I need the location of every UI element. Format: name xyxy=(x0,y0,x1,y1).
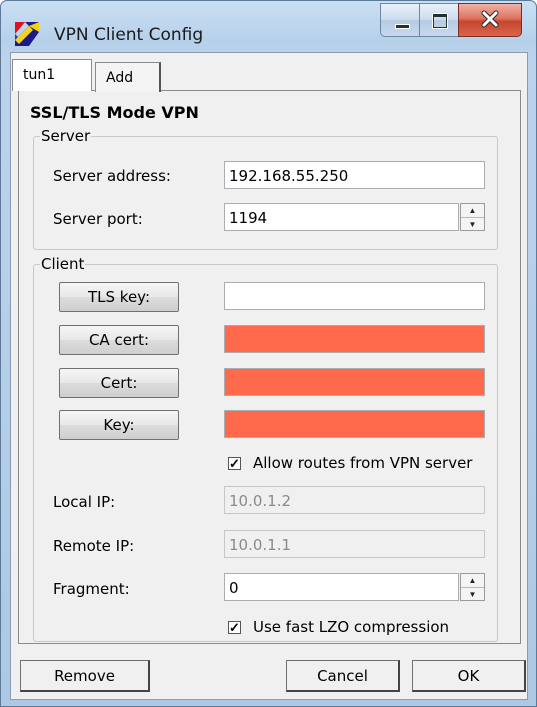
spin-down-icon[interactable]: ▼ xyxy=(461,217,484,231)
tab-tun1[interactable]: tun1 xyxy=(12,59,92,91)
local-ip-label: Local IP: xyxy=(53,493,116,511)
server-port-input[interactable]: 1194 xyxy=(224,203,459,231)
allow-routes-checkbox[interactable]: ✓ xyxy=(228,457,241,470)
minimize-button[interactable] xyxy=(380,3,420,37)
close-icon xyxy=(481,10,499,28)
cert-button[interactable]: Cert: xyxy=(59,368,179,398)
app-logo-icon xyxy=(15,22,39,46)
maximize-icon xyxy=(433,14,447,28)
fragment-spinner[interactable]: ▲ ▼ xyxy=(460,573,485,601)
server-port-label: Server port: xyxy=(53,210,143,228)
spin-down-icon[interactable]: ▼ xyxy=(461,587,484,601)
checkmark-icon: ✓ xyxy=(229,456,240,471)
local-ip-field: 10.0.1.2 xyxy=(224,486,485,514)
tls-key-field[interactable] xyxy=(224,282,485,310)
server-legend: Server xyxy=(40,127,92,145)
client-legend: Client xyxy=(40,255,86,273)
mode-heading: SSL/TLS Mode VPN xyxy=(30,103,199,122)
remove-button[interactable]: Remove xyxy=(20,660,150,692)
allow-routes-label[interactable]: Allow routes from VPN server xyxy=(253,454,472,472)
fragment-label: Fragment: xyxy=(53,580,130,598)
key-field[interactable] xyxy=(224,410,485,438)
cancel-button[interactable]: Cancel xyxy=(286,660,400,692)
spin-up-icon[interactable]: ▲ xyxy=(461,204,484,217)
remote-ip-label: Remote IP: xyxy=(53,537,135,555)
server-port-spinner[interactable]: ▲ ▼ xyxy=(460,203,485,231)
ca-cert-button[interactable]: CA cert: xyxy=(59,325,179,355)
cert-field[interactable] xyxy=(224,368,485,396)
lzo-compression-label[interactable]: Use fast LZO compression xyxy=(253,618,449,636)
fragment-input[interactable]: 0 xyxy=(224,573,459,601)
window-title: VPN Client Config xyxy=(54,25,204,45)
maximize-button[interactable] xyxy=(419,3,459,37)
tab-add[interactable]: Add xyxy=(95,62,161,92)
server-group xyxy=(33,136,498,250)
remote-ip-field: 10.0.1.1 xyxy=(224,530,485,558)
ca-cert-field[interactable] xyxy=(224,325,485,353)
ok-button[interactable]: OK xyxy=(412,660,526,692)
minimize-icon xyxy=(395,24,410,29)
key-button[interactable]: Key: xyxy=(59,410,179,440)
server-address-input[interactable]: 192.168.55.250 xyxy=(224,161,485,189)
server-address-label: Server address: xyxy=(53,167,171,185)
checkmark-icon: ✓ xyxy=(229,620,240,635)
spin-up-icon[interactable]: ▲ xyxy=(461,574,484,587)
tls-key-button[interactable]: TLS key: xyxy=(59,282,179,312)
title-bar[interactable]: VPN Client Config xyxy=(0,0,537,46)
close-button[interactable] xyxy=(458,3,522,37)
lzo-compression-checkbox[interactable]: ✓ xyxy=(228,621,241,634)
